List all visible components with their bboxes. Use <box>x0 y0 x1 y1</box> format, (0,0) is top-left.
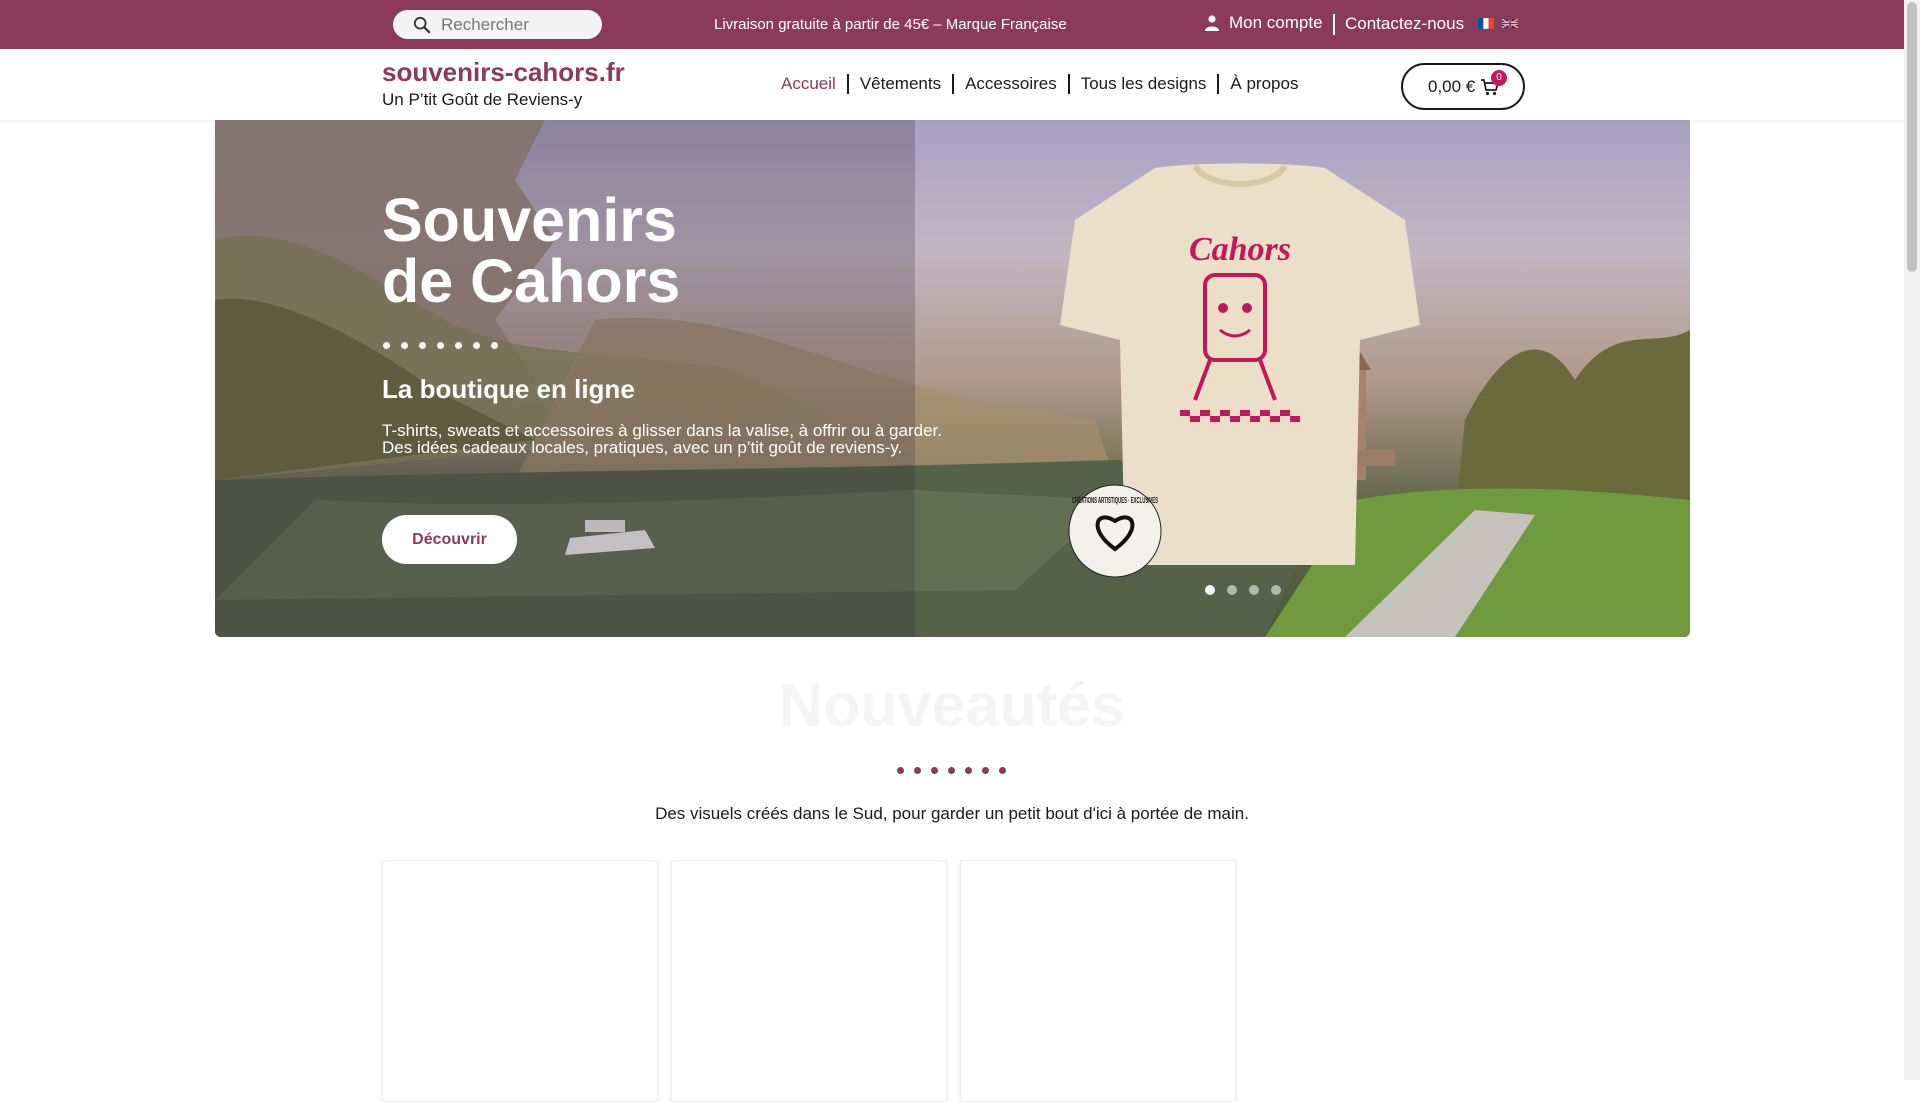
scrollbar-thumb[interactable] <box>1907 2 1917 272</box>
hero-title-line-2: de Cahors <box>382 247 681 315</box>
slider-pagination <box>1205 585 1281 595</box>
divider <box>1333 14 1335 35</box>
cart-count-badge: 0 <box>1491 70 1507 86</box>
exclusive-creations-badge: CRÉATIONS ARTISTIQUES · EXCLUSIVES <box>1068 484 1162 578</box>
tshirt-print-text: Cahors <box>1189 231 1291 268</box>
hero-title-line-1: Souvenirs <box>382 186 677 254</box>
account-link[interactable]: Mon compte <box>1205 13 1323 33</box>
nav-accessoires[interactable]: Accessoires <box>954 74 1068 94</box>
search-box[interactable] <box>393 10 602 39</box>
cart-amount: 0,00 € <box>1428 77 1476 96</box>
contact-link[interactable]: Contactez-nous <box>1345 14 1464 34</box>
search-icon[interactable] <box>413 16 431 34</box>
flag-uk-icon[interactable] <box>1502 18 1518 29</box>
hero-description-line-2: Des idées cadeaux locales, pratiques, av… <box>382 438 903 457</box>
page-scrollbar[interactable] <box>1904 0 1920 1080</box>
site-title[interactable]: souvenirs-cahors.fr <box>382 57 625 88</box>
account-label: Mon compte <box>1229 13 1323 32</box>
site-tagline: Un P’tit Goût de Reviens-y <box>382 90 583 109</box>
cart-button[interactable]: 0,00 € 0 <box>1401 63 1525 110</box>
main-nav: Accueil Vêtements Accessoires Tous les d… <box>770 74 1309 94</box>
hero-description: T-shirts, sweats et accessoires à glisse… <box>382 422 942 456</box>
nav-tous-les-designs[interactable]: Tous les designs <box>1070 74 1218 94</box>
slider-dot[interactable] <box>1249 585 1259 595</box>
nav-vetements[interactable]: Vêtements <box>849 74 952 94</box>
hero-title: Souvenirs de Cahors <box>382 190 680 312</box>
product-card[interactable] <box>382 860 658 1102</box>
slider-dot[interactable] <box>1205 585 1215 595</box>
product-card[interactable] <box>960 860 1236 1102</box>
product-card[interactable] <box>671 860 947 1102</box>
nav-accueil[interactable]: Accueil <box>770 74 847 94</box>
discover-button[interactable]: Découvrir <box>382 515 517 564</box>
hero-description-line-1: T-shirts, sweats et accessoires à glisse… <box>382 421 942 440</box>
slider-dot[interactable] <box>1227 585 1237 595</box>
badge-text: CRÉATIONS ARTISTIQUES · EXCLUSIVES <box>1072 496 1158 505</box>
hero-subtitle: La boutique en ligne <box>382 374 635 404</box>
user-icon <box>1205 15 1219 31</box>
nav-a-propos[interactable]: À propos <box>1219 74 1309 94</box>
promo-text: Livraison gratuite à partir de 45€ – Mar… <box>714 16 1067 33</box>
hero-decorative-dots <box>383 342 498 349</box>
top-bar: Livraison gratuite à partir de 45€ – Mar… <box>0 0 1904 49</box>
section-title: Nouveautés <box>779 671 1125 739</box>
flag-fr-icon[interactable] <box>1478 18 1494 29</box>
section-decorative-dots <box>897 767 1006 774</box>
slider-dot[interactable] <box>1271 585 1281 595</box>
section-description: Des visuels créés dans le Sud, pour gard… <box>655 804 1249 823</box>
search-input[interactable] <box>439 13 593 37</box>
